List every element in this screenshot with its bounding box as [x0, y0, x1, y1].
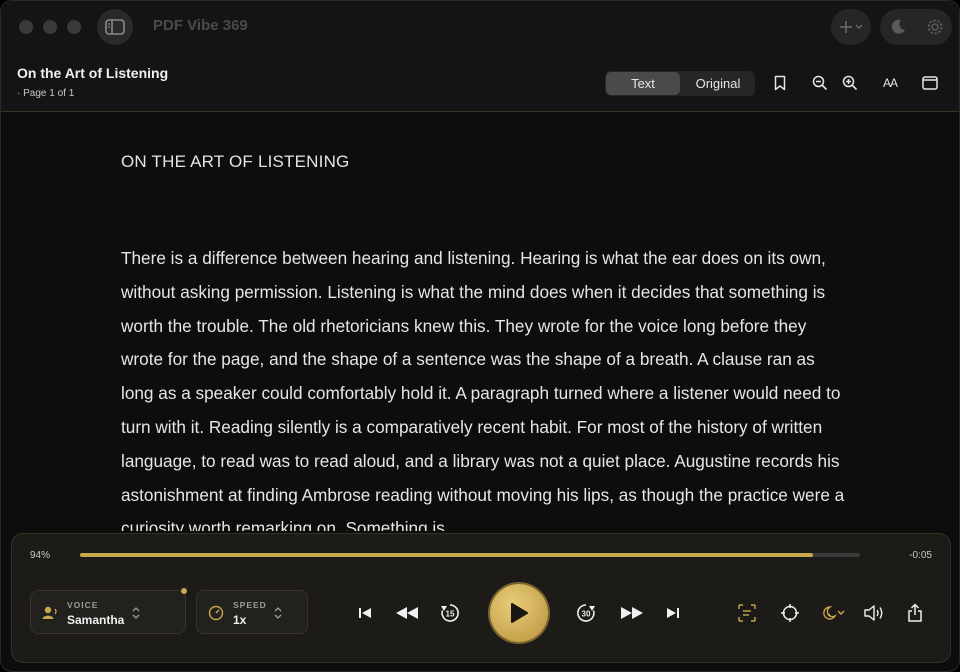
new-document-button[interactable]: [831, 9, 871, 45]
skip-forward-30-button[interactable]: 30: [574, 601, 598, 625]
skip-forward-30-icon: 30: [577, 604, 595, 622]
skip-back-seconds: 15: [446, 610, 455, 619]
voice-indicator-dot: [181, 588, 187, 594]
document-body-text: There is a difference between hearing an…: [121, 248, 845, 531]
plus-icon: [840, 21, 852, 33]
speed-value: 1x: [233, 613, 247, 627]
sleep-timer-button[interactable]: [818, 601, 848, 625]
close-window-button[interactable]: [19, 20, 33, 34]
appearance-controls: [880, 9, 952, 45]
zoom-out-button[interactable]: [810, 73, 830, 93]
previous-track-button[interactable]: [353, 601, 377, 625]
chevron-updown-icon: [274, 607, 282, 619]
document-content[interactable]: ON THE ART OF LISTENING There is a diffe…: [1, 111, 959, 531]
fullscreen-button[interactable]: [920, 73, 940, 93]
gear-icon[interactable]: [926, 18, 944, 36]
sidebar-icon: [105, 19, 125, 35]
time-remaining: -0:05: [909, 550, 932, 561]
skip-to-start-icon: [359, 608, 371, 618]
share-button[interactable]: [903, 601, 927, 625]
document-heading: ON THE ART OF LISTENING: [121, 152, 350, 171]
speaker-icon: [864, 605, 883, 621]
progress-percent: 94%: [30, 550, 51, 561]
fullscreen-icon: [922, 76, 938, 90]
skip-back-15-button[interactable]: 15: [438, 601, 462, 625]
play-button[interactable]: [490, 584, 548, 642]
minimize-window-button[interactable]: [43, 20, 57, 34]
chevron-updown-icon: [132, 607, 140, 619]
sleep-timer-icon: [823, 606, 837, 620]
tab-text-view[interactable]: Text: [606, 72, 680, 95]
voice-selector[interactable]: VOICE Samantha: [30, 590, 186, 634]
bookmark-button[interactable]: [770, 73, 790, 93]
text-focus-button[interactable]: [735, 601, 759, 625]
fast-forward-icon: [621, 607, 643, 619]
zoom-out-icon: [812, 75, 828, 91]
document-title: On the Art of Listening: [17, 65, 169, 81]
chevron-down-icon: [837, 610, 845, 615]
voice-value: Samantha: [67, 613, 125, 627]
rewind-button[interactable]: [392, 601, 422, 625]
text-scan-icon: [738, 604, 756, 622]
zoom-in-icon: [842, 75, 858, 91]
tab-original-view[interactable]: Original: [681, 71, 755, 96]
speed-label: SPEED: [233, 600, 267, 610]
speed-selector[interactable]: SPEED 1x: [196, 590, 308, 634]
play-icon: [511, 603, 528, 623]
title-bar: PDF Vibe 369: [1, 1, 959, 53]
share-icon: [908, 603, 922, 622]
progress-slider[interactable]: [80, 553, 860, 557]
voice-label: VOICE: [67, 600, 99, 610]
skip-to-end-icon: [667, 608, 679, 618]
speedometer-icon: [208, 605, 224, 621]
page-indicator: · Page 1 of 1: [17, 88, 75, 99]
moon-icon[interactable]: [889, 18, 907, 36]
zoom-window-button[interactable]: [67, 20, 81, 34]
app-title: PDF Vibe 369: [153, 17, 248, 34]
text-size-button[interactable]: AA: [879, 73, 901, 93]
skip-forward-seconds: 30: [582, 610, 591, 619]
volume-button[interactable]: [862, 601, 886, 625]
document-header: On the Art of Listening · Page 1 of 1 Te…: [1, 53, 959, 112]
zoom-in-button[interactable]: [840, 73, 860, 93]
app-window: PDF Vibe 369 On the Art of Listening · P…: [0, 0, 960, 672]
sidebar-toggle-button[interactable]: [97, 9, 133, 45]
progress-fill: [80, 553, 814, 557]
chevron-down-icon: [855, 24, 863, 29]
view-mode-toggle: Text Original: [605, 71, 755, 96]
audio-player: 94% -0:05 VOICE Samantha SPEED 1x 15 30: [11, 533, 951, 663]
crosshair-icon: [781, 604, 799, 622]
voice-icon: [42, 606, 57, 619]
fast-forward-button[interactable]: [617, 601, 647, 625]
text-size-icon: AA: [882, 76, 898, 90]
next-track-button[interactable]: [661, 601, 685, 625]
locate-position-button[interactable]: [778, 601, 802, 625]
bookmark-icon: [774, 75, 786, 91]
skip-back-15-icon: 15: [441, 604, 459, 622]
rewind-icon: [396, 607, 418, 619]
